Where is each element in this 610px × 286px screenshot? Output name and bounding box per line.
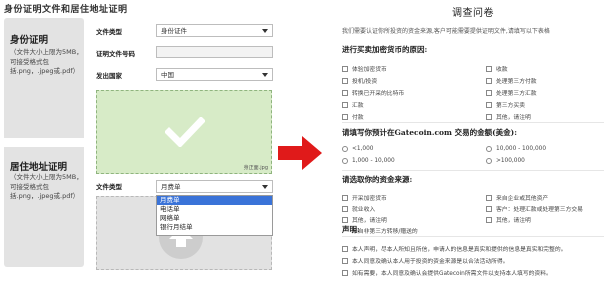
checkbox[interactable]: [486, 216, 492, 223]
funds-option-label: 来自非第三方转移/赠送的: [352, 229, 418, 235]
checkbox[interactable]: [342, 101, 348, 108]
checkbox[interactable]: [342, 77, 348, 84]
checkbox[interactable]: [342, 113, 348, 120]
checkbox[interactable]: [486, 65, 492, 72]
dropdown-option[interactable]: 网络单: [157, 214, 272, 223]
reason-option[interactable]: 转换已开采的比特币: [342, 88, 404, 97]
funds-option[interactable]: 就业收入: [342, 204, 375, 213]
country-label: 发出国家: [96, 72, 122, 80]
address-proof-heading: 居住地址证明: [10, 162, 68, 173]
address-doc-type-select[interactable]: 月费单: [156, 180, 273, 193]
doc-type-label: 文件类型: [96, 28, 122, 36]
divider: [342, 122, 604, 123]
reason-option[interactable]: 体验加密货币: [342, 64, 387, 73]
upload-filename: 身正面.jpg: [243, 165, 268, 171]
amount-option[interactable]: 1,000 - 10,000: [342, 158, 395, 164]
checkbox[interactable]: [486, 194, 492, 201]
doc-number-input[interactable]: [156, 46, 273, 58]
doc-type-select[interactable]: 身份证件: [156, 24, 273, 37]
divider: [342, 170, 604, 171]
funds-option[interactable]: 其他，请注明: [342, 215, 387, 224]
reason-option[interactable]: 付款: [342, 112, 364, 121]
red-arrow-icon: [278, 136, 322, 170]
identity-section-title: 身份证明文件和居住地址证明: [4, 5, 128, 15]
chevron-down-icon: [262, 73, 268, 77]
radio-button[interactable]: [486, 158, 492, 164]
doc-type-value: 身份证件: [161, 27, 187, 35]
checkbox[interactable]: [342, 245, 348, 252]
checkbox[interactable]: [486, 89, 492, 96]
dropdown-option[interactable]: 电话单: [157, 205, 272, 214]
funds-question-title: 请选取你的资金来源:: [342, 175, 413, 184]
checkbox[interactable]: [486, 113, 492, 120]
amount-question-title: 请填写你预计在Gatecoin.com 交易的金额(美金):: [342, 128, 517, 137]
address-doc-type-label: 文件类型: [96, 183, 122, 191]
amount-option[interactable]: <1,000: [342, 146, 373, 152]
radio-button[interactable]: [486, 146, 492, 152]
panel-gap: [4, 138, 84, 147]
id-proof-heading: 身份证明: [10, 35, 49, 46]
reason-option[interactable]: 处理第三方汇款: [486, 88, 537, 97]
chevron-down-icon: [262, 185, 268, 189]
survey-title: 调查问卷: [452, 8, 494, 19]
reason-option[interactable]: 处理第三方付款: [486, 76, 537, 85]
divider: [342, 236, 604, 237]
address-proof-panel: 居住地址证明 （文件大小上限为5MB， 可接受格式包 括.png，.jpeg或.…: [4, 147, 84, 267]
amount-option[interactable]: >100,000: [486, 158, 525, 164]
reason-option[interactable]: 第三方买卖: [486, 100, 525, 109]
declaration-title: 声明:: [342, 225, 360, 234]
checkbox[interactable]: [342, 269, 348, 276]
reason-option[interactable]: 收款: [486, 64, 508, 73]
reason-question-title: 进行买卖加密货币的原因:: [342, 45, 428, 54]
checkbox[interactable]: [342, 65, 348, 72]
funds-option[interactable]: 开采加密货币: [342, 193, 387, 202]
radio-button[interactable]: [342, 146, 348, 152]
checkbox[interactable]: [342, 216, 348, 223]
funds-option[interactable]: 其他，请注明: [486, 215, 531, 224]
checkbox[interactable]: [342, 257, 348, 264]
declaration-option[interactable]: 如有需要，本人同意及确认会提供Gatecoin所需文件以支持本人填写的资料。: [342, 268, 552, 277]
reason-option[interactable]: 汇款: [342, 100, 364, 109]
doc-number-label: 证明文件号码: [96, 50, 135, 58]
chevron-down-icon: [262, 29, 268, 33]
id-proof-note: （文件大小上限为5MB， 可接受格式包 括.png，.jpeg或.pdf）: [10, 48, 83, 75]
declaration-option[interactable]: 本人声明，尽本人所知且所信，申请人的信息是真实和提供的信息是真实和完整的。: [342, 244, 567, 253]
address-proof-note: （文件大小上限为5MB， 可接受格式包 括.png，.jpeg或.pdf）: [10, 173, 83, 200]
amount-option[interactable]: 10,000 - 100,000: [486, 146, 546, 152]
checkbox[interactable]: [486, 101, 492, 108]
address-doc-type-value: 月费单: [161, 183, 181, 191]
reason-option[interactable]: 其他，请注明: [486, 112, 531, 121]
funds-option[interactable]: 来自企业或其他资产: [486, 193, 548, 202]
checkbox[interactable]: [342, 205, 348, 212]
funds-option[interactable]: 客户：处理汇款或处理第三方交易: [486, 204, 583, 213]
dropdown-option[interactable]: 月费单: [157, 196, 272, 205]
survey-intro: 我们需要认证你所投资的资金来源,客户可能需要提供证明文件,请填写以下表格: [342, 28, 550, 35]
checkmark-icon: [165, 117, 205, 147]
checkbox[interactable]: [342, 194, 348, 201]
checkbox[interactable]: [486, 77, 492, 84]
dropdown-option[interactable]: 银行月结单: [157, 223, 272, 232]
reason-option[interactable]: 投机/投资: [342, 76, 377, 85]
declaration-option[interactable]: 本人同意及确认本人用于投资的资金来源是以合法活动所得。: [342, 256, 509, 265]
radio-button[interactable]: [342, 158, 348, 164]
checkbox[interactable]: [342, 89, 348, 96]
id-upload-dropzone[interactable]: 身正面.jpg: [96, 90, 272, 174]
address-doc-type-dropdown[interactable]: 月费单 电话单 网络单 银行月结单: [156, 195, 273, 236]
country-select[interactable]: 中国: [156, 68, 273, 81]
checkbox[interactable]: [486, 205, 492, 212]
country-value: 中国: [161, 71, 174, 79]
